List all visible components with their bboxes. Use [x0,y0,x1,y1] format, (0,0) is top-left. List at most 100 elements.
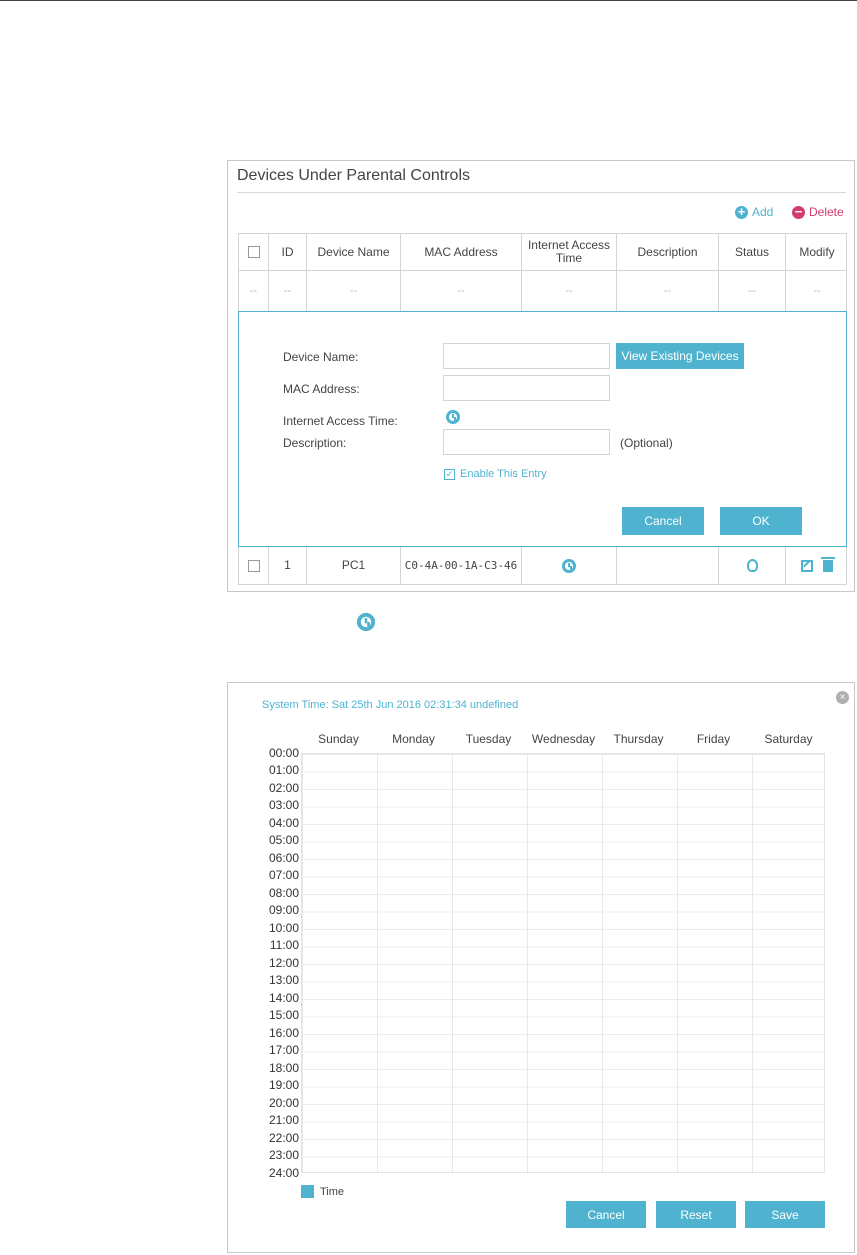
cancel-button[interactable]: Cancel [622,507,704,535]
reset-button[interactable]: Reset [656,1201,736,1228]
device-name-input[interactable] [443,343,610,369]
hour-label: 19:00 [268,1078,299,1092]
page-top-rule [0,0,857,1]
day-header: Sunday [318,732,359,746]
title-divider [237,192,846,193]
day-header: Saturday [764,732,813,746]
col-modify: Modify [799,244,835,259]
col-id: ID [269,234,307,270]
close-icon[interactable]: × [836,691,849,704]
hour-label: 07:00 [268,868,299,882]
legend: Time [301,1185,344,1198]
hour-label: 06:00 [268,851,299,865]
trash-icon[interactable] [821,556,835,572]
system-time: System Time: Sat 25th Jun 2016 02:31:34 … [262,699,519,711]
row-modify [786,547,848,584]
header-select-all[interactable] [239,234,269,270]
schedule-grid[interactable] [301,753,825,1173]
row-checkbox[interactable] [247,559,260,572]
hour-label: 02:00 [268,781,299,795]
parental-controls-panel: Devices Under Parental Controls + Add − … [227,160,855,592]
row-description [617,547,719,584]
optional-hint: (Optional) [620,436,673,450]
col-mac-address: MAC Address [401,234,522,270]
row-access-time [522,547,617,584]
hour-label: 04:00 [268,816,299,830]
dash-cell: -- [269,271,307,311]
hour-label: 10:00 [268,921,299,935]
dash-cell: -- [719,271,786,311]
dash-cell: -- [617,271,719,311]
dash-cell: -- [239,271,269,311]
clock-icon [356,612,376,632]
hour-label: 05:00 [268,833,299,847]
schedule-cancel-button[interactable]: Cancel [566,1201,646,1228]
day-header: Wednesday [531,732,596,746]
hour-label: 24:00 [268,1166,299,1180]
dash-cell: -- [813,284,821,297]
description-label: Description: [283,436,347,450]
hour-label: 21:00 [268,1113,299,1127]
row-select[interactable] [239,547,269,584]
clock-icon[interactable] [446,410,460,424]
ok-button[interactable]: OK [720,507,802,535]
row-status [719,547,786,584]
row-id: 1 [269,547,307,584]
day-header: Friday [696,732,731,746]
hour-label: 00:00 [268,746,299,760]
mac-address-label: MAC Address: [283,382,360,396]
hour-label: 15:00 [268,1008,299,1022]
hour-label: 09:00 [268,903,299,917]
enable-entry-checkbox[interactable]: ✓ Enable This Entry [444,468,547,480]
col-description: Description [617,234,719,270]
lightbulb-icon[interactable] [746,559,758,572]
day-header: Monday [392,732,435,746]
dash-cell: -- [522,271,617,311]
hour-label: 16:00 [268,1026,299,1040]
mac-address-input[interactable] [443,375,610,401]
add-button[interactable]: + Add [735,205,773,219]
clock-icon[interactable] [562,558,576,573]
dash-cell: -- [401,271,522,311]
view-existing-devices-button[interactable]: View Existing Devices [616,343,744,369]
minus-icon: − [792,205,805,219]
hour-label: 23:00 [268,1148,299,1162]
col-status: Status [719,234,786,270]
select-all-checkbox[interactable] [247,246,260,258]
table-row-placeholder: -- -- -- -- -- -- -- -- [238,271,847,312]
schedule-panel: System Time: Sat 25th Jun 2016 02:31:34 … [227,682,855,1253]
hour-label: 18:00 [268,1061,299,1075]
col-internet-access-time: Internet Access Time [522,234,617,270]
table-row: 1 PC1 C0-4A-00-1A-C3-46 [238,547,847,585]
hour-label: 08:00 [268,886,299,900]
row-device-name: PC1 [307,547,401,584]
device-name-label: Device Name: [283,350,359,364]
hour-label: 01:00 [268,763,299,777]
hour-label: 22:00 [268,1131,299,1145]
plus-icon: + [735,205,748,219]
day-header: Tuesday [465,732,512,746]
edit-icon[interactable] [801,559,813,572]
delete-button[interactable]: − Delete [792,205,844,219]
day-header: Thursday [613,732,664,746]
hour-label: 03:00 [268,798,299,812]
hour-label: 12:00 [268,956,299,970]
legend-swatch [301,1185,314,1198]
dash-cell: -- [307,271,401,311]
table-header: ID Device Name MAC Address Internet Acce… [238,233,847,271]
hour-label: 17:00 [268,1043,299,1057]
col-device-name: Device Name [307,234,401,270]
entry-form: Device Name: View Existing Devices MAC A… [238,311,847,547]
legend-label: Time [320,1185,345,1198]
save-button[interactable]: Save [745,1201,825,1228]
hour-label: 20:00 [268,1096,299,1110]
hour-label: 13:00 [268,973,299,987]
description-input[interactable] [443,429,610,455]
enable-entry-label: Enable This Entry [460,468,547,480]
row-mac-address: C0-4A-00-1A-C3-46 [401,547,522,584]
delete-label: Delete [809,205,844,219]
checkmark-icon: ✓ [444,468,455,480]
internet-access-time-label: Internet Access Time: [283,414,398,428]
hour-label: 14:00 [268,991,299,1005]
add-label: Add [752,205,774,219]
